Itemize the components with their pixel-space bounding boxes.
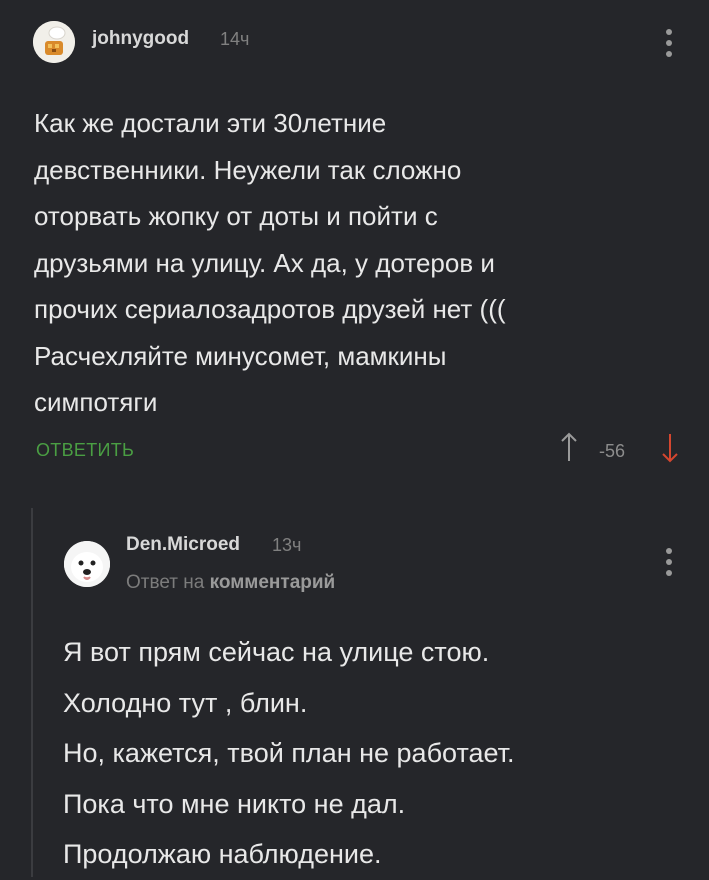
reply-to-info: Ответ на комментарий xyxy=(126,572,335,594)
reply-to-prefix: Ответ на xyxy=(126,572,205,593)
more-options-icon[interactable] xyxy=(665,548,673,576)
cook-avatar-icon xyxy=(33,21,75,63)
comment-text: Как же достали эти 30летние девственники… xyxy=(34,100,506,426)
reply-text-line: Я вот прям сейчас на улице стою. xyxy=(63,637,490,667)
comment-rating: -56 xyxy=(599,441,626,461)
comment-username[interactable]: johnygood xyxy=(92,28,189,50)
comment-time: 14ч xyxy=(220,29,250,49)
reply-to-link[interactable]: комментарий xyxy=(210,572,336,593)
comment-text-line: симпотяги xyxy=(34,387,158,417)
thread-line[interactable] xyxy=(31,508,33,877)
arrow-up-icon xyxy=(561,432,577,461)
reply-text-line: Пока что мне никто не дал. xyxy=(63,788,406,819)
reply-username[interactable]: Den.Microed xyxy=(126,534,240,556)
reply-text-line: Но, кажется, твой план не работает. xyxy=(63,738,515,768)
reply-button[interactable]: ОТВЕТИТЬ xyxy=(36,440,134,461)
comment-text-line: оторвать жопку от доты и пойти с xyxy=(34,201,438,231)
comment-text-line: друзьями на улицу. Ах да, у дотеров и xyxy=(34,247,495,278)
downvote-button[interactable] xyxy=(661,433,679,468)
dog-avatar-icon xyxy=(64,541,110,587)
upvote-button[interactable] xyxy=(560,432,578,467)
reply-text-line: Холодно тут , блин. xyxy=(63,687,308,718)
more-options-icon[interactable] xyxy=(665,29,673,57)
avatar[interactable] xyxy=(64,541,110,587)
reply-time: 13ч xyxy=(272,535,302,555)
avatar[interactable] xyxy=(33,21,75,63)
comment-text-line: Как же достали эти 30летние xyxy=(34,108,387,138)
reply-text: Я вот прям сейчас на улице стою. Холодно… xyxy=(63,627,515,880)
comment-text-line: девственники. Неужели так сложно xyxy=(34,154,462,185)
comment-text-line: Расчехляйте минусомет, мамкины xyxy=(34,340,447,371)
reply-text-line: Продолжаю наблюдение. xyxy=(63,839,382,869)
arrow-down-icon xyxy=(662,434,678,463)
comment-text-line: прочих сериалозадротов друзей нет ((( xyxy=(34,294,506,324)
